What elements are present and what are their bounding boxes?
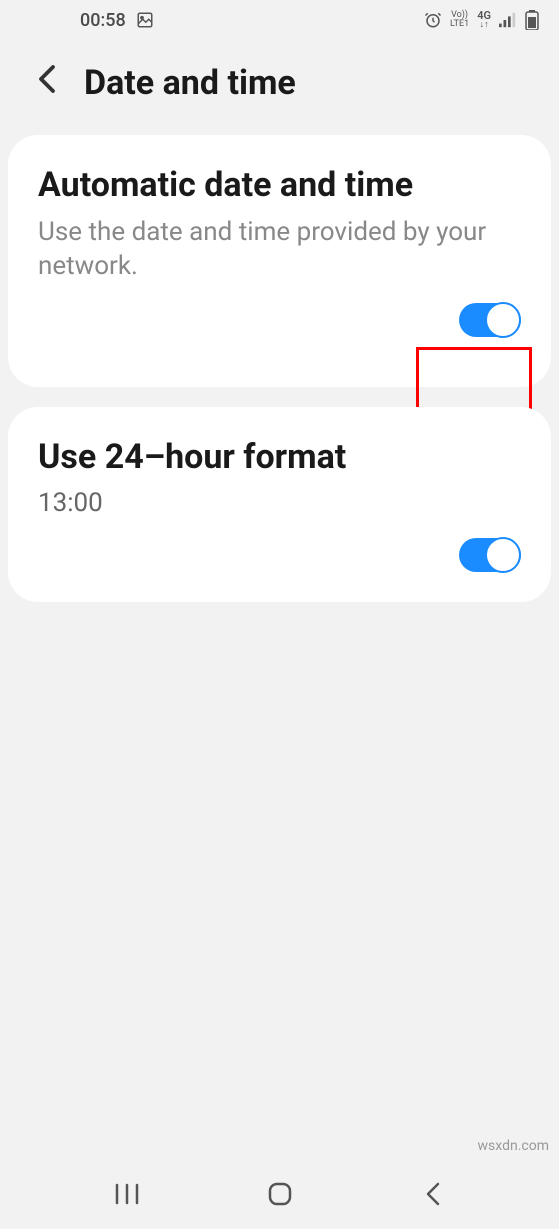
auto-date-time-desc: Use the date and time provided by your n… bbox=[38, 216, 521, 284]
hour-format-card[interactable]: Use 24–hour format 13:00 bbox=[8, 407, 551, 602]
hour-format-example: 13:00 bbox=[38, 488, 521, 518]
recents-button[interactable] bbox=[107, 1174, 147, 1214]
page-title: Date and time bbox=[84, 63, 296, 103]
alarm-icon bbox=[424, 11, 442, 29]
status-time: 00:58 bbox=[80, 10, 126, 31]
hour-format-title: Use 24–hour format bbox=[38, 437, 521, 478]
picture-icon bbox=[136, 11, 154, 29]
volte-indicator: Vo)) LTE1 bbox=[450, 11, 469, 29]
back-icon[interactable] bbox=[30, 60, 64, 105]
auto-date-time-toggle[interactable] bbox=[459, 303, 521, 337]
home-button[interactable] bbox=[260, 1174, 300, 1214]
navigation-bar bbox=[0, 1159, 559, 1229]
header: Date and time bbox=[0, 40, 559, 135]
signal-icon bbox=[499, 12, 517, 28]
network-type: 4G ↓↑ bbox=[477, 10, 491, 30]
back-button[interactable] bbox=[413, 1174, 453, 1214]
watermark: wsxdn.com bbox=[478, 1138, 549, 1154]
auto-date-time-card[interactable]: Automatic date and time Use the date and… bbox=[8, 135, 551, 387]
status-bar: 00:58 Vo)) LTE1 4G ↓↑ bbox=[0, 0, 559, 40]
hour-format-toggle[interactable] bbox=[459, 538, 521, 572]
battery-icon bbox=[525, 10, 539, 30]
auto-date-time-title: Automatic date and time bbox=[38, 165, 521, 206]
